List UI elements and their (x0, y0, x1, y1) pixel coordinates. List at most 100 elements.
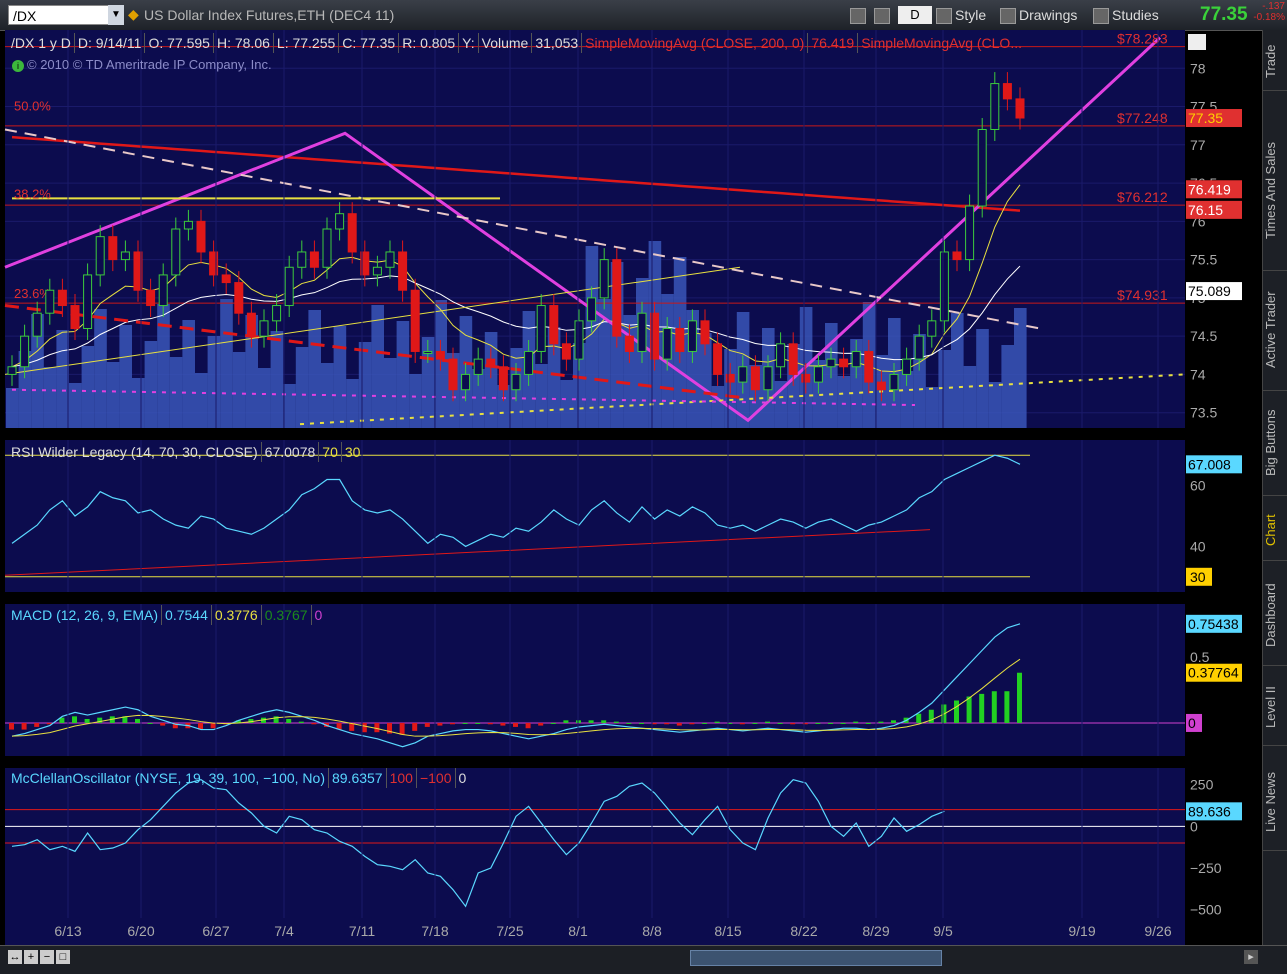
macd-hist-bar (739, 722, 745, 725)
macd-hist-bar (664, 722, 670, 725)
macd-hist-bar (588, 720, 594, 723)
price-badge: 77.35 (1188, 110, 1223, 126)
tab-big-buttons[interactable]: Big Buttons (1263, 390, 1287, 496)
alert-bell-icon[interactable]: ◆ (128, 6, 139, 23)
symbol-input[interactable]: /DX (8, 5, 124, 25)
tab-live-news[interactable]: Live News (1263, 755, 1287, 851)
chart-area[interactable]: 50.0%38.2%23.6%$78.283$77.248$76.212$74.… (0, 30, 1262, 945)
macd-diff: 0.3767 (262, 605, 312, 625)
style-label: Style (955, 7, 987, 23)
macd-hist-bar (689, 722, 695, 725)
volume-bar (976, 329, 989, 428)
zoom-fit-icon[interactable]: □ (56, 950, 70, 964)
candle-body (95, 236, 105, 276)
copyright-text: © 2010 © TD Ameritrade IP Company, Inc. (27, 57, 272, 72)
style-button[interactable]: Style (936, 5, 986, 25)
crosshair-icon[interactable] (850, 5, 869, 25)
volume-bar (119, 325, 132, 428)
macd-pane (5, 604, 1185, 756)
hdr-symbol: /DX 1 y D (8, 33, 75, 53)
volume-bar (837, 376, 851, 428)
macd-hist-bar (828, 722, 833, 724)
fib-price-label: $76.212 (1117, 189, 1168, 205)
style-icon (936, 8, 952, 25)
zoom-in-icon[interactable]: + (24, 950, 38, 964)
hdr-volume: 31,053 (532, 33, 583, 53)
drawings-icon (1000, 8, 1016, 25)
time-scrollbar[interactable] (690, 950, 942, 966)
macd-hist-bar (613, 721, 619, 723)
macd-hist-bar (752, 722, 758, 724)
hdr-y: Y: (459, 33, 479, 53)
volume-bar (207, 336, 221, 428)
rsi-os: 30 (344, 444, 361, 460)
candle-body (309, 251, 319, 268)
candle-body (448, 358, 458, 391)
aggregation-selector[interactable]: D (898, 6, 932, 24)
fib-price-label: $74.931 (1117, 287, 1168, 303)
volume-bar (169, 357, 183, 428)
x-tick-label: 8/1 (568, 923, 588, 939)
volume-bar (56, 330, 69, 428)
x-tick-label: 9/26 (1144, 923, 1171, 939)
drag-icon[interactable]: ↔ (8, 950, 22, 964)
candle-body (813, 366, 823, 383)
candle-body (385, 251, 395, 268)
rsi-os-badge: 30 (1190, 569, 1206, 585)
bottom-bar: ↔ + − □ ▸ (0, 945, 1287, 974)
macd-hist-bar (9, 722, 14, 730)
tab-dashboard[interactable]: Dashboard (1263, 565, 1287, 666)
candle-body (864, 350, 874, 383)
fib-price-label: $77.248 (1117, 110, 1168, 126)
volume-bar (1001, 345, 1014, 428)
candle-body (826, 358, 836, 368)
macd-hist-bar (702, 722, 707, 724)
tab-active-trader[interactable]: Active Trader (1263, 270, 1287, 391)
candle-body (57, 289, 67, 307)
studies-button[interactable]: Studies (1093, 5, 1159, 25)
candle-body (750, 366, 760, 391)
volume-bar (925, 387, 939, 428)
macd-hist-bar (1017, 672, 1022, 723)
mcc-tick-label: −250 (1190, 860, 1222, 876)
price-header: /DX 1 y D D: 9/14/11 O: 77.595 H: 78.06 L: 7… (8, 33, 1025, 53)
tab-chart[interactable]: Chart (1263, 500, 1287, 561)
candle-body (461, 373, 471, 391)
cursor-icon[interactable] (874, 5, 893, 25)
macd-hist-bar (361, 722, 367, 733)
candle-body (70, 305, 80, 329)
candle-body (662, 328, 672, 360)
rsi-ob: 70 (319, 442, 342, 462)
candle-body (20, 335, 30, 368)
candle-body (788, 343, 798, 375)
volume-bar (6, 388, 19, 428)
candle-body (524, 350, 534, 375)
rsi-value: 67.0078 (262, 442, 320, 462)
volume-bar (1014, 308, 1027, 428)
hdr-date: D: 9/14/11 (75, 33, 146, 53)
x-axis (5, 918, 1185, 945)
zoom-out-icon[interactable]: − (40, 950, 54, 964)
macd-hist-bar (966, 696, 972, 723)
mcclellan-header: McClellanOscillator (NYSE, 19, 39, 100, … (8, 768, 469, 788)
tab-times-and-sales[interactable]: Times And Sales (1263, 110, 1287, 271)
tab-trade[interactable]: Trade (1263, 32, 1287, 91)
price-tick-label: 74.5 (1190, 328, 1217, 344)
hdr-sma200: SimpleMovingAvg (CLOSE, 200, 0) (582, 33, 809, 53)
symbol-dropdown-icon[interactable]: ▼ (108, 5, 124, 25)
chart-settings-icon[interactable] (1188, 34, 1206, 50)
info-icon[interactable]: i (12, 60, 24, 72)
rsi-tick-label: 60 (1190, 478, 1206, 494)
drawings-label: Drawings (1019, 7, 1078, 23)
x-tick-label: 7/4 (274, 923, 294, 939)
rsi-pane (5, 440, 1185, 592)
macd-hist-bar (991, 691, 997, 723)
candle-body (738, 366, 748, 383)
candle-body (322, 228, 332, 268)
macd-hist-bar (21, 722, 27, 730)
tab-level-ii[interactable]: Level II (1263, 670, 1287, 746)
drawings-button[interactable]: Drawings (1000, 5, 1077, 25)
scroll-right-icon[interactable]: ▸ (1244, 950, 1258, 964)
candle-body (486, 358, 496, 368)
macd-hist-bar (777, 722, 783, 724)
